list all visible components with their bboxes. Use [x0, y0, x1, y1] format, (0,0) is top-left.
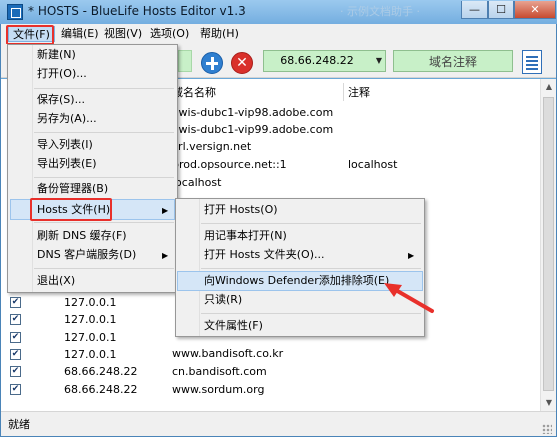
annotation-arrow-icon [384, 283, 434, 313]
